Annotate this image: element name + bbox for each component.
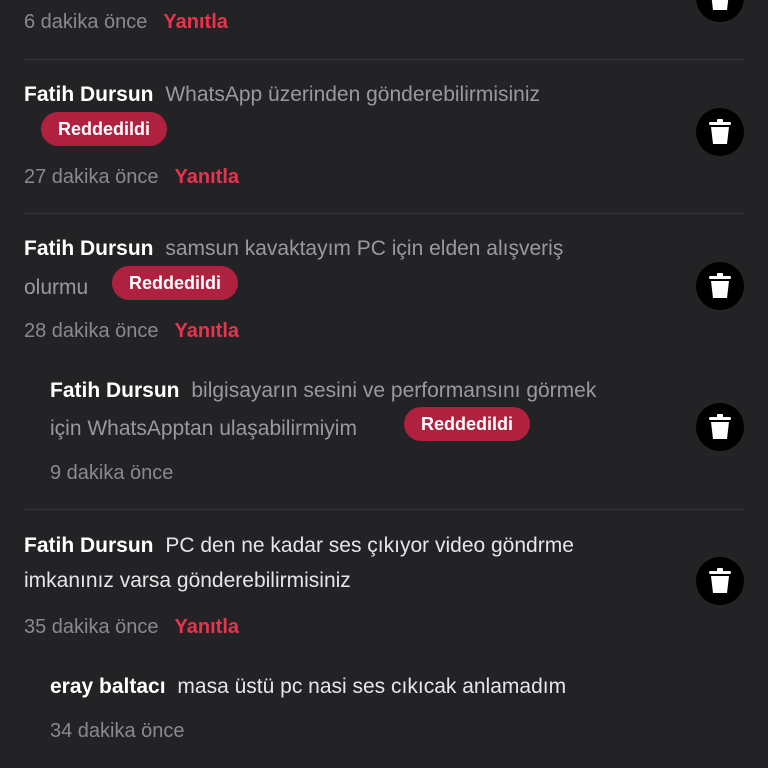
comment-author[interactable]: Fatih Dursun (50, 379, 180, 402)
comment-time: 9 dakika önce (50, 462, 174, 484)
comment-author[interactable]: eray baltacı (50, 675, 166, 698)
comment-author[interactable]: Fatih Dursun (24, 534, 154, 557)
trash-icon (709, 568, 731, 593)
comment-time: 35 dakika önce (24, 616, 159, 638)
divider (24, 509, 744, 510)
comment-text-cont: için WhatsApptan ulaşabilirmiyim (50, 417, 357, 440)
comment-text: samsun kavaktayım PC için elden alışveri… (165, 237, 564, 260)
divider (24, 59, 744, 60)
comment-meta: 34 dakika önce (50, 716, 185, 746)
trash-icon (709, 119, 731, 144)
comment-meta: 35 dakika önce Yanıtla (24, 612, 239, 642)
comment-meta: 9 dakika önce (50, 458, 173, 488)
delete-button[interactable] (696, 557, 744, 605)
trash-icon (709, 414, 731, 439)
comment-text-cont: imkanınız varsa gönderebilirmisiniz (24, 569, 351, 592)
comment-meta: 27 dakika önce Yanıtla (24, 162, 239, 192)
comment-text: masa üstü pc nasi ses cıkıcak anlamadım (177, 675, 567, 698)
divider (24, 213, 744, 214)
delete-button[interactable] (696, 0, 744, 22)
comment-text: WhatsApp üzerinden gönderebilirmisiniz (165, 83, 541, 106)
trash-icon (709, 273, 731, 298)
comment-author[interactable]: Fatih Dursun (24, 83, 154, 106)
comment-meta: 6 dakika önce Yanıtla (24, 7, 228, 37)
delete-button[interactable] (696, 108, 744, 156)
reply-button[interactable]: Yanıtla (163, 11, 227, 33)
delete-button[interactable] (696, 262, 744, 310)
reply-button[interactable]: Yanıtla (175, 320, 239, 342)
status-badge: Reddedildi (404, 407, 531, 441)
trash-icon (711, 0, 729, 10)
status-badge: Reddedildi (112, 266, 239, 300)
comment-text: bilgisayarın sesini ve performansını gör… (191, 379, 597, 402)
comment-text-cont: olurmu (24, 276, 89, 299)
status-badge: Reddedildi (41, 112, 168, 146)
reply-button[interactable]: Yanıtla (175, 166, 239, 188)
reply-button[interactable]: Yanıtla (175, 616, 239, 638)
comment-time: 34 dakika önce (50, 720, 185, 742)
comment-time: 6 dakika önce (24, 11, 148, 33)
comment-time: 28 dakika önce (24, 320, 159, 342)
comment-meta: 28 dakika önce Yanıtla (24, 316, 239, 346)
comment-author[interactable]: Fatih Dursun (24, 237, 154, 260)
delete-button[interactable] (696, 403, 744, 451)
comment-time: 27 dakika önce (24, 166, 159, 188)
comment-text: PC den ne kadar ses çıkıyor video göndrm… (165, 534, 574, 557)
